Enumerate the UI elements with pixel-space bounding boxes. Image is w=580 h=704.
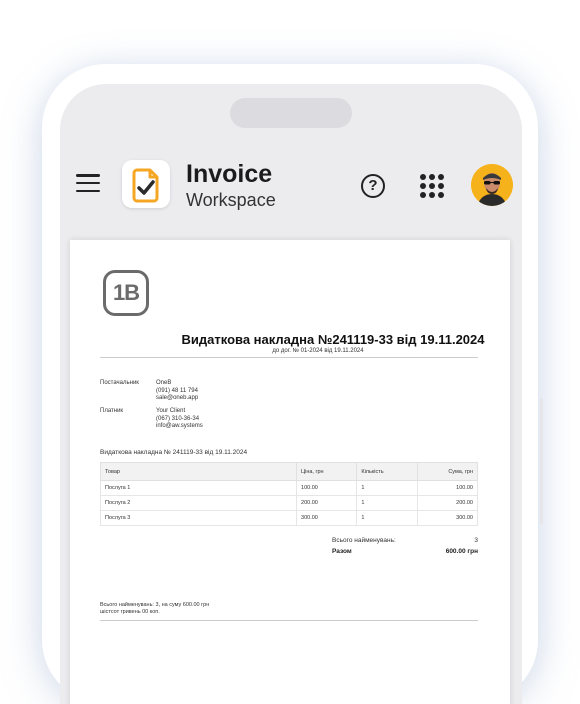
total-items-label: Всього найменувань: (332, 537, 396, 544)
company-logo: 1B (103, 270, 149, 316)
total-in-words-line2: шістсот гривень 00 коп. (100, 608, 160, 615)
help-icon[interactable]: ? (361, 174, 385, 198)
table-cell: 200.00 (296, 495, 358, 511)
scrollbar[interactable] (540, 398, 543, 524)
column-header: Сума, грн (416, 462, 479, 481)
table-row: Послуга 3 300.00 1 300.00 (99, 510, 479, 526)
supplier-block: Постачальник OneB (091) 48 11 794 sale@oneb… (100, 380, 198, 403)
supplier-phone: (091) 48 11 794 (156, 387, 198, 394)
column-header: Товар (99, 462, 298, 481)
document-subtitle: до дог. № 01-2024 від 19.11.2024 (272, 348, 364, 354)
total-items-row: Всього найменувань: 3 (332, 537, 478, 544)
table-cell: Послуга 1 (99, 480, 298, 496)
total-in-words-line1: Всього найменувань: 3, на суму 600.00 гр… (100, 602, 210, 608)
invoice-document: 1B Видаткова накладна №241119-33 від 19.… (70, 240, 510, 704)
payer-label: Платник (100, 408, 124, 414)
table-row: Послуга 2 200.00 1 200.00 (99, 495, 479, 511)
table-cell: Послуга 3 (99, 510, 298, 526)
total-in-words: Всього найменувань: 3, на суму 600.00 гр… (100, 602, 209, 615)
grand-total-value: 600.00 грн (445, 548, 478, 555)
app-title: Invoice (186, 160, 273, 188)
column-header: Ціна, грн (296, 462, 358, 481)
supplier-label: Постачальник (100, 380, 139, 386)
table-cell: 1 (356, 510, 418, 526)
divider (100, 620, 478, 621)
supplier-name: OneB (156, 380, 172, 386)
table-cell: 1 (356, 480, 418, 496)
table-cell: 100.00 (416, 480, 479, 496)
invoice-logo-icon (122, 160, 170, 208)
app-header: Invoice Workspace ? (60, 152, 522, 222)
menu-icon[interactable] (76, 174, 100, 192)
items-table: Товар Ціна, грн Кількість Сума, грн Посл… (99, 462, 479, 526)
total-items-value: 3 (474, 537, 478, 544)
payer-name: Your Client (156, 408, 186, 414)
payer-block: Платник Your Client (067) 310-36-34 info@aw… (100, 408, 203, 431)
apps-grid-icon[interactable] (420, 174, 444, 198)
payer-phone: (067) 310-36-34 (156, 415, 200, 422)
grand-total-row: Разом 600.00 грн (332, 548, 478, 555)
table-cell: 300.00 (296, 510, 358, 526)
grand-total-label: Разом (332, 548, 352, 555)
payer-email: info@aw.systems (156, 423, 203, 429)
invoice-reference: Видаткова накладна № 241119-33 від 19.11… (100, 449, 248, 456)
table-header-row: Товар Ціна, грн Кількість Сума, грн (99, 462, 479, 481)
table-cell: 1 (356, 495, 418, 511)
document-title: Видаткова накладна №241119-33 від 19.11.… (181, 332, 485, 347)
table-cell: Послуга 2 (99, 495, 298, 511)
supplier-email: sale@oneb.app (156, 395, 199, 401)
table-row: Послуга 1 100.00 1 100.00 (99, 480, 479, 496)
table-cell: 300.00 (416, 510, 479, 526)
user-avatar[interactable] (471, 164, 513, 206)
phone-screen: Invoice Workspace ? 1B Видаткова накладн… (60, 84, 522, 704)
table-cell: 200.00 (416, 495, 479, 511)
table-cell: 100.00 (296, 480, 358, 496)
column-header: Кількість (356, 462, 418, 481)
phone-notch (230, 98, 352, 128)
divider (100, 357, 478, 358)
app-subtitle: Workspace (186, 190, 276, 210)
